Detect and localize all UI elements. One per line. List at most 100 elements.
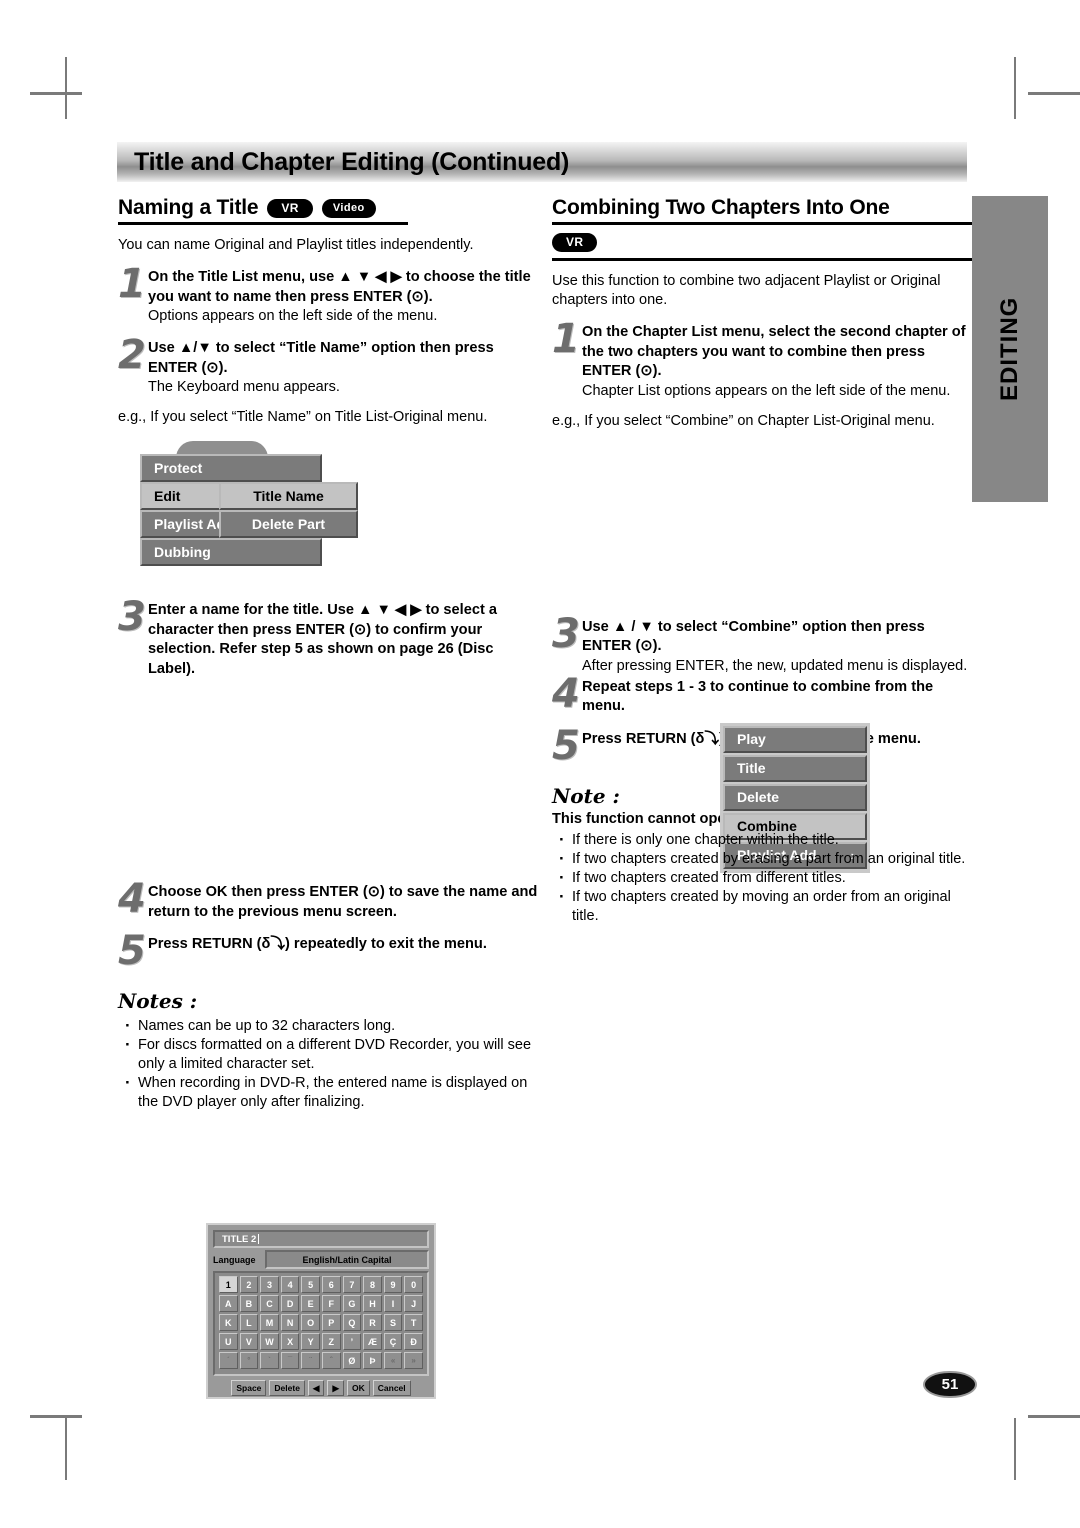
key-diaeresis[interactable]: ¨ — [301, 1352, 320, 1369]
key-1[interactable]: 1 — [219, 1276, 238, 1293]
osd-menu-title-list: Protect Edit Playlist Ad Dubbing Title N… — [118, 441, 358, 581]
key-6[interactable]: 6 — [321, 1276, 341, 1293]
right-example-text: e.g., If you select “Combine” on Chapter… — [552, 412, 935, 429]
key-z[interactable]: Z — [321, 1333, 341, 1350]
key-thorn[interactable]: Þ — [363, 1352, 382, 1369]
key-apostrophe[interactable]: ’ — [342, 1333, 362, 1350]
key-g[interactable]: G — [342, 1295, 362, 1312]
key-d[interactable]: D — [280, 1295, 300, 1312]
key-u[interactable]: U — [219, 1333, 238, 1350]
cancel-button[interactable]: Cancel — [372, 1380, 411, 1396]
cursor-right-button[interactable]: ▶ — [327, 1380, 345, 1396]
key-9[interactable]: 9 — [383, 1276, 403, 1293]
keyboard-row: K L M N O P Q R S T — [219, 1314, 423, 1331]
section-side-tab: EDITING — [972, 196, 1048, 502]
language-label: Language — [213, 1254, 256, 1265]
note-item: For discs formatted on a different DVD R… — [118, 1035, 538, 1074]
osd-item-play[interactable]: Play — [723, 725, 867, 753]
space-button[interactable]: Space — [231, 1380, 267, 1396]
key-2[interactable]: 2 — [239, 1276, 259, 1293]
left-notes-heading: Notes : — [118, 989, 198, 1013]
keyboard-row: 1 2 3 4 5 6 7 8 9 0 — [219, 1276, 423, 1293]
key-8[interactable]: 8 — [363, 1276, 382, 1293]
step-number: 4 — [552, 670, 580, 717]
key-p[interactable]: P — [321, 1314, 341, 1331]
key-macron[interactable]: ¯ — [280, 1352, 300, 1369]
key-7[interactable]: 7 — [342, 1276, 362, 1293]
step-number: 1 — [118, 261, 146, 307]
key-acute[interactable]: ´ — [219, 1352, 238, 1369]
key-oslash[interactable]: Ø — [342, 1352, 362, 1369]
key-h[interactable]: H — [363, 1295, 382, 1312]
keyboard-menu-panel: TITLE 2 Language English/Latin Capital 1… — [206, 1223, 436, 1399]
language-value[interactable]: English/Latin Capital — [265, 1250, 429, 1269]
right-step-1: 1 On the Chapter List menu, select the s… — [552, 316, 972, 401]
step-instruction: Choose OK then press ENTER (⊙) to save t… — [148, 884, 538, 920]
key-f[interactable]: F — [321, 1295, 341, 1312]
key-b[interactable]: B — [239, 1295, 259, 1312]
key-l[interactable]: L — [239, 1314, 259, 1331]
key-c[interactable]: C — [260, 1295, 279, 1312]
key-ae[interactable]: Æ — [363, 1333, 382, 1350]
key-a[interactable]: A — [219, 1295, 238, 1312]
step-number: 2 — [118, 332, 146, 378]
osd-item-protect[interactable]: Protect — [140, 454, 322, 482]
step-number: 4 — [118, 876, 146, 922]
key-e[interactable]: E — [301, 1295, 320, 1312]
key-j[interactable]: J — [404, 1295, 423, 1312]
key-ring[interactable]: ° — [239, 1352, 259, 1369]
right-section-rule-2 — [552, 258, 972, 261]
osd-item-title[interactable]: Title — [723, 754, 867, 782]
crop-mark-bottom-left-v — [65, 1418, 67, 1480]
osd-item-delete[interactable]: Delete — [723, 783, 867, 811]
left-example-text: e.g., If you select “Title Name” on Titl… — [118, 409, 488, 425]
key-x[interactable]: X — [280, 1333, 300, 1350]
note-item: If two chapters created from different t… — [552, 868, 972, 888]
key-i[interactable]: I — [383, 1295, 403, 1312]
note-item: When recording in DVD-R, the entered nam… — [118, 1073, 538, 1112]
badge-video: Video — [321, 198, 376, 218]
step-instruction: Use ▲ / ▼ to select “Combine” option the… — [582, 618, 925, 655]
key-s[interactable]: S — [383, 1314, 403, 1331]
language-row: Language English/Latin Capital — [213, 1250, 429, 1269]
section-side-tab-label: EDITING — [996, 296, 1023, 402]
step-number: 3 — [118, 594, 146, 640]
step-number: 1 — [552, 316, 580, 362]
key-t[interactable]: T — [404, 1314, 423, 1331]
delete-button[interactable]: Delete — [269, 1380, 305, 1396]
key-guillemet-left[interactable]: « — [383, 1352, 403, 1369]
key-r[interactable]: R — [363, 1314, 382, 1331]
key-v[interactable]: V — [239, 1333, 259, 1350]
keyboard-row: ´ ° ` ¯ ¨ ˆ Ø Þ « » — [219, 1352, 423, 1369]
key-grave[interactable]: ` — [260, 1352, 279, 1369]
osd-item-dubbing[interactable]: Dubbing — [140, 538, 322, 566]
key-eth[interactable]: Ð — [404, 1333, 423, 1350]
ok-button[interactable]: OK — [347, 1380, 370, 1396]
step-instruction: Repeat steps 1 - 3 to continue to combin… — [582, 678, 934, 715]
key-o[interactable]: O — [301, 1314, 320, 1331]
text-caret — [258, 1234, 260, 1244]
left-section-rule — [118, 222, 408, 225]
key-circumflex[interactable]: ˆ — [321, 1352, 341, 1369]
right-section-rule — [552, 222, 972, 225]
left-column: Naming a Title VR Video You can name Ori… — [118, 196, 538, 1399]
right-intro-text: Use this function to combine two adjacen… — [552, 273, 941, 308]
key-guillemet-right[interactable]: » — [404, 1352, 423, 1369]
keyboard-grid: 1 2 3 4 5 6 7 8 9 0 A B C D E F G H I J … — [213, 1271, 429, 1376]
osd-submenu-item-title-name[interactable]: Title Name — [219, 482, 358, 510]
key-k[interactable]: K — [219, 1314, 238, 1331]
key-0[interactable]: 0 — [404, 1276, 423, 1293]
key-5[interactable]: 5 — [301, 1276, 320, 1293]
key-n[interactable]: N — [280, 1314, 300, 1331]
key-ccedilla[interactable]: Ç — [383, 1333, 403, 1350]
key-y[interactable]: Y — [301, 1333, 320, 1350]
osd-submenu-item-delete-part[interactable]: Delete Part — [219, 510, 358, 538]
title-name-input[interactable]: TITLE 2 — [213, 1230, 429, 1248]
key-m[interactable]: M — [260, 1314, 279, 1331]
key-3[interactable]: 3 — [260, 1276, 279, 1293]
key-q[interactable]: Q — [342, 1314, 362, 1331]
key-w[interactable]: W — [260, 1333, 279, 1350]
cursor-left-button[interactable]: ◀ — [307, 1380, 325, 1396]
step-instruction: Press RETURN (δ⤵) repeatedly to exit the… — [148, 936, 487, 952]
key-4[interactable]: 4 — [280, 1276, 300, 1293]
